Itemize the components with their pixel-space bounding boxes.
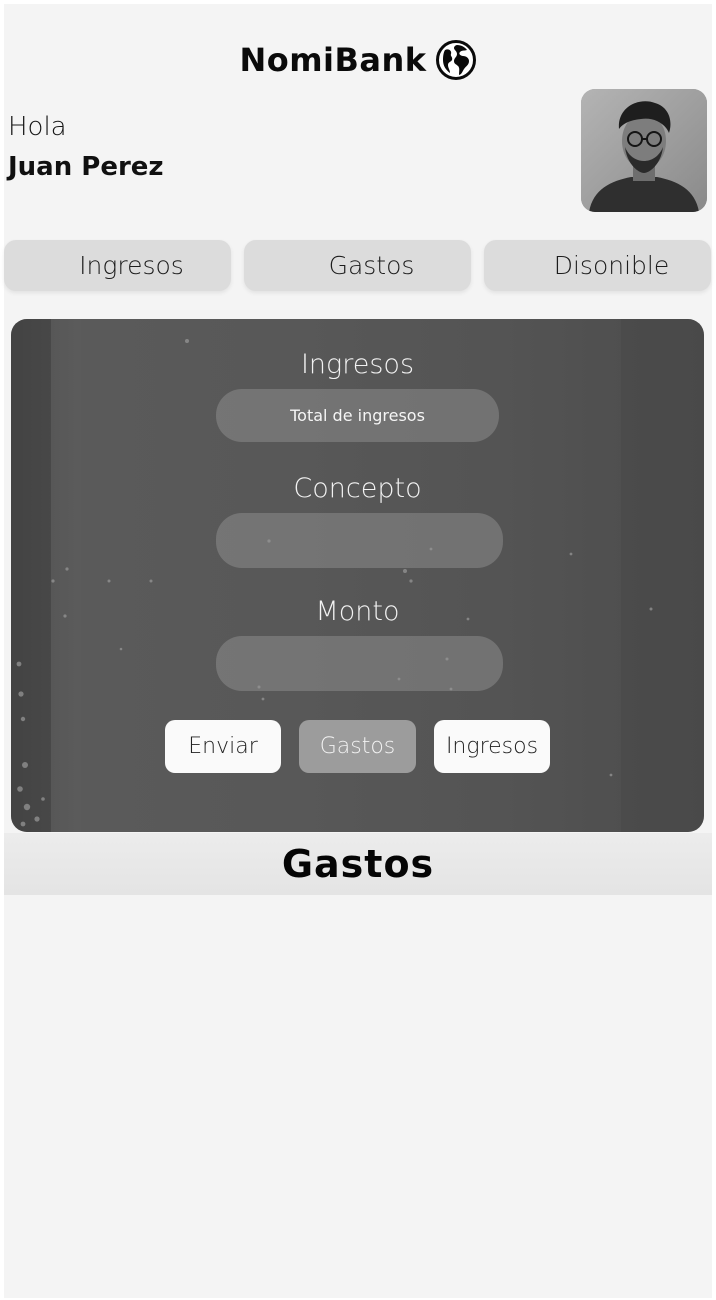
monto-label: Monto xyxy=(315,596,400,627)
concepto-input[interactable] xyxy=(216,513,503,568)
app-header: NomiBank xyxy=(0,32,716,88)
tab-disponible-label: Disonible xyxy=(553,251,670,280)
tab-ingresos-label: Ingresos xyxy=(79,251,184,280)
total-ingresos-text: Total de ingresos xyxy=(290,406,425,425)
enviar-button[interactable]: Enviar xyxy=(165,720,281,773)
form-title: Ingresos xyxy=(300,349,415,380)
avatar-photo xyxy=(581,89,707,212)
gastos-button[interactable]: Gastos xyxy=(299,720,416,773)
gastos-section-title: Gastos xyxy=(281,842,435,886)
globe-icon xyxy=(435,40,476,80)
monto-input[interactable] xyxy=(216,636,503,691)
tab-disponible[interactable]: Disonible xyxy=(484,240,711,291)
concepto-label: Concepto xyxy=(293,473,422,504)
tab-gastos[interactable]: Gastos xyxy=(244,240,471,291)
tab-gastos-label: Gastos xyxy=(328,251,415,280)
greeting-text: Hola xyxy=(8,112,67,142)
brand-title: NomiBank xyxy=(239,41,427,79)
ingresos-button[interactable]: Ingresos xyxy=(434,720,550,773)
gastos-section-header: Gastos xyxy=(4,833,712,895)
avatar[interactable] xyxy=(581,89,707,212)
total-ingresos-field: Total de ingresos xyxy=(216,389,499,442)
ingresos-form-card: Ingresos Total de ingresos Concepto Mont… xyxy=(11,319,704,832)
tab-ingresos[interactable]: Ingresos xyxy=(4,240,231,291)
user-name: Juan Perez xyxy=(8,152,164,182)
